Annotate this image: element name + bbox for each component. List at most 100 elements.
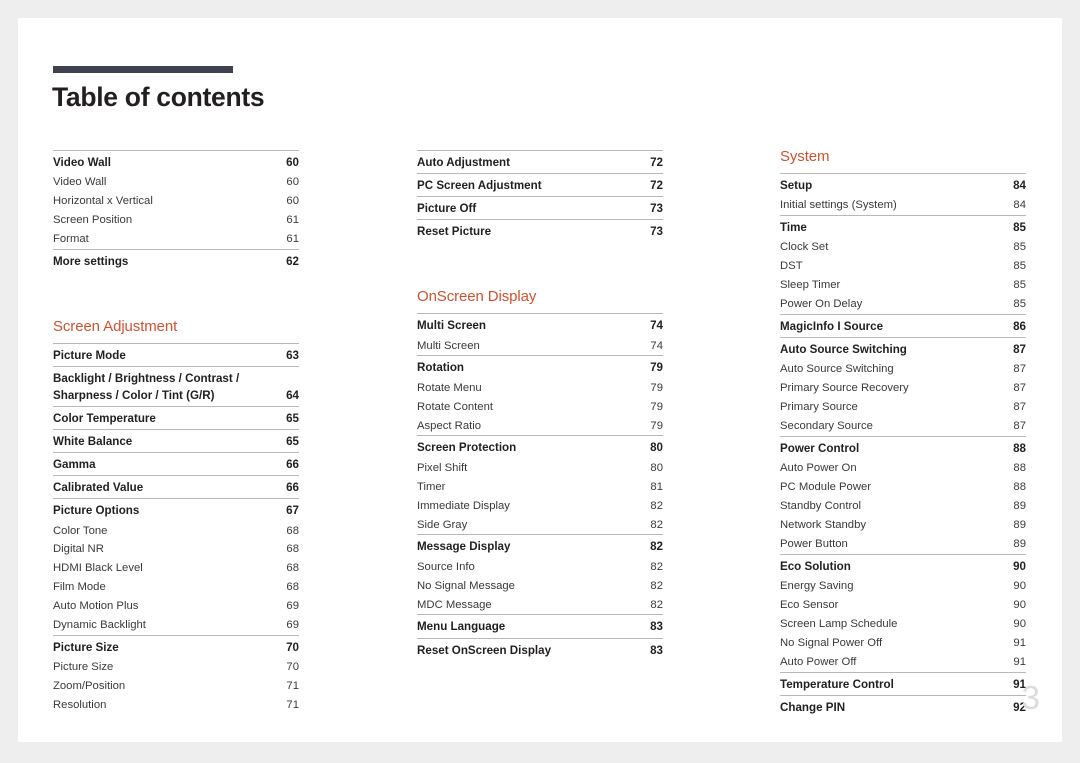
toc-group-heading-label: More settings xyxy=(53,254,129,268)
toc-entry-row[interactable]: Energy Saving 90 xyxy=(780,577,1026,596)
toc-entry-row[interactable]: Resolution 71 xyxy=(53,696,299,715)
toc-group-heading-row[interactable]: Setup 84 xyxy=(780,176,1026,196)
toc-entry-row[interactable]: Digital NR 68 xyxy=(53,540,299,559)
toc-entry-row[interactable]: Screen Position 61 xyxy=(53,211,299,230)
toc-group-heading-row[interactable]: Message Display 82 xyxy=(417,537,663,557)
toc-entry-row[interactable]: Pixel Shift 80 xyxy=(417,459,663,478)
toc-group-heading-row[interactable]: Picture Size 70 xyxy=(53,638,299,658)
toc-group-heading-row[interactable]: Picture Mode 63 xyxy=(53,346,299,366)
toc-group-heading-row[interactable]: White Balance 65 xyxy=(53,432,299,452)
toc-group-heading-label: Gamma xyxy=(53,458,96,472)
toc-entry-row[interactable]: No Signal Power Off 91 xyxy=(780,634,1026,653)
toc-group-heading-row[interactable]: Color Temperature 65 xyxy=(53,409,299,429)
toc-entry-row[interactable]: Eco Sensor 90 xyxy=(780,596,1026,615)
toc-group: White Balance 65 xyxy=(53,428,299,452)
toc-entry-page: 68 xyxy=(286,581,299,594)
toc-entry-row[interactable]: Timer 81 xyxy=(417,478,663,497)
toc-entry-row[interactable]: Primary Source 87 xyxy=(780,398,1026,417)
toc-entry-row[interactable]: Initial settings (System) 84 xyxy=(780,196,1026,215)
toc-section-heading[interactable]: Screen Adjustment xyxy=(53,318,299,335)
toc-entry-row[interactable]: Immediate Display 82 xyxy=(417,496,663,515)
toc-group-heading-row[interactable]: Calibrated Value 66 xyxy=(53,478,299,498)
toc-group: Rotation 79 Rotate Menu 79 Rotate Content 79 A… xyxy=(417,355,663,435)
folio-page-number: 3 xyxy=(1021,679,1040,716)
toc-group: Picture Mode 63 xyxy=(53,343,299,366)
toc-group-heading-row[interactable]: PC Screen Adjustment 72 xyxy=(417,176,663,196)
toc-group-heading-row[interactable]: Screen Protection 80 xyxy=(417,438,663,458)
toc-entry-row[interactable]: DST 85 xyxy=(780,257,1026,276)
toc-entry-row[interactable]: Format 61 xyxy=(53,230,299,249)
toc-entry-row[interactable]: Aspect Ratio 79 xyxy=(417,416,663,435)
toc-entry-row[interactable]: Zoom/Position 71 xyxy=(53,677,299,696)
toc-group-heading-row[interactable]: Time 85 xyxy=(780,218,1026,238)
toc-group-heading-row[interactable]: Multi Screen 74 xyxy=(417,316,663,336)
toc-group-heading-label: Picture Size xyxy=(53,641,119,655)
toc-group-heading-page: 86 xyxy=(1013,320,1026,334)
toc-entry-row[interactable]: Film Mode 68 xyxy=(53,578,299,597)
toc-entry-row[interactable]: Video Wall 60 xyxy=(53,173,299,192)
toc-entry-row[interactable]: HDMI Black Level 68 xyxy=(53,559,299,578)
toc-group-heading-row[interactable]: More settings 62 xyxy=(53,252,299,272)
toc-group: Change PIN 92 xyxy=(780,695,1026,718)
toc-group-heading-row[interactable]: Reset OnScreen Display 83 xyxy=(417,641,663,661)
toc-section-heading[interactable]: OnScreen Display xyxy=(417,288,663,305)
toc-entry-page: 71 xyxy=(286,699,299,712)
toc-entry-row[interactable]: Multi Screen 74 xyxy=(417,336,663,355)
toc-entry-row[interactable]: Auto Source Switching 87 xyxy=(780,360,1026,379)
toc-group: Video Wall 60 Video Wall 60 Horizontal x Ver… xyxy=(53,150,299,249)
toc-entry-row[interactable]: Auto Motion Plus 69 xyxy=(53,597,299,616)
toc-group-heading-label: Eco Solution xyxy=(780,560,851,574)
toc-group-heading-row[interactable]: Temperature Control 91 xyxy=(780,675,1026,695)
toc-entry-row[interactable]: Dynamic Backlight 69 xyxy=(53,616,299,635)
toc-entry-row[interactable]: Power On Delay 85 xyxy=(780,295,1026,314)
toc-entry-page: 82 xyxy=(650,579,663,592)
toc-entry-row[interactable]: Secondary Source 87 xyxy=(780,417,1026,436)
toc-entry-label: Multi Screen xyxy=(417,339,480,352)
toc-entry-row[interactable]: Color Tone 68 xyxy=(53,521,299,540)
toc-entry-label: Secondary Source xyxy=(780,420,873,433)
toc-group-heading-row[interactable]: Menu Language 83 xyxy=(417,617,663,637)
toc-entry-label: Power On Delay xyxy=(780,298,863,311)
toc-group-heading-row[interactable]: Change PIN 92 xyxy=(780,698,1026,718)
toc-entry-row[interactable]: Sleep Timer 85 xyxy=(780,276,1026,295)
toc-group-heading-row[interactable]: Eco Solution 90 xyxy=(780,557,1026,577)
toc-entry-row[interactable]: Rotate Content 79 xyxy=(417,398,663,417)
toc-group-heading-row[interactable]: Picture Off 73 xyxy=(417,199,663,219)
toc-group-heading-row[interactable]: Power Control 88 xyxy=(780,439,1026,459)
toc-group-heading-row[interactable]: Rotation 79 xyxy=(417,358,663,378)
toc-entry-row[interactable]: Source Info 82 xyxy=(417,558,663,577)
toc-group-heading-row[interactable]: Auto Source Switching 87 xyxy=(780,340,1026,360)
toc-entry-row[interactable]: Standby Control 89 xyxy=(780,497,1026,516)
toc-group-heading-page: 73 xyxy=(650,202,663,216)
toc-entry-row[interactable]: MDC Message 82 xyxy=(417,595,663,614)
toc-entry-row[interactable]: Picture Size 70 xyxy=(53,658,299,677)
toc-group-heading-label: Multi Screen xyxy=(417,319,486,333)
toc-entry-row[interactable]: Primary Source Recovery 87 xyxy=(780,379,1026,398)
toc-section-heading[interactable]: System xyxy=(780,148,1026,165)
toc-group-heading-row[interactable]: MagicInfo I Source 86 xyxy=(780,317,1026,337)
toc-group-heading-row[interactable]: Auto Adjustment 72 xyxy=(417,153,663,173)
toc-entry-row[interactable]: No Signal Message 82 xyxy=(417,576,663,595)
toc-group-heading-row[interactable]: Gamma 66 xyxy=(53,455,299,475)
toc-group-heading-label: Picture Mode xyxy=(53,349,126,363)
toc-group-heading-row[interactable]: Reset Picture 73 xyxy=(417,222,663,242)
toc-entry-label: Initial settings (System) xyxy=(780,199,897,212)
toc-group-heading-row[interactable]: Backlight / Brightness / Contrast / Shar… xyxy=(53,369,299,406)
toc-entry-row[interactable]: Side Gray 82 xyxy=(417,515,663,534)
toc-entry-row[interactable]: Clock Set 85 xyxy=(780,238,1026,257)
toc-group-heading-page: 62 xyxy=(286,254,299,268)
toc-entry-label: Primary Source Recovery xyxy=(780,382,909,395)
toc-group: Gamma 66 xyxy=(53,452,299,475)
toc-group-heading-row[interactable]: Picture Options 67 xyxy=(53,501,299,521)
toc-entry-row[interactable]: Horizontal x Vertical 60 xyxy=(53,192,299,211)
toc-entry-row[interactable]: Rotate Menu 79 xyxy=(417,379,663,398)
toc-entry-row[interactable]: Screen Lamp Schedule 90 xyxy=(780,615,1026,634)
toc-entry-row[interactable]: Power Button 89 xyxy=(780,535,1026,554)
heading-spacer xyxy=(53,335,299,343)
toc-entry-row[interactable]: Auto Power On 88 xyxy=(780,459,1026,478)
toc-group-heading-row[interactable]: Video Wall 60 xyxy=(53,153,299,173)
toc-entry-row[interactable]: PC Module Power 88 xyxy=(780,478,1026,497)
toc-entry-row[interactable]: Network Standby 89 xyxy=(780,516,1026,535)
toc-entry-row[interactable]: Auto Power Off 91 xyxy=(780,653,1026,672)
